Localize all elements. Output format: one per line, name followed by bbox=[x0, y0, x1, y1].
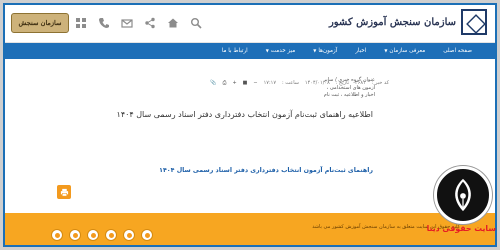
nav-item-home[interactable]: صفحه اصلی bbox=[434, 43, 481, 59]
font-decrease-icon[interactable]: − bbox=[253, 80, 257, 88]
print-icon bbox=[60, 188, 68, 196]
news-meta: کد خبر : ۳۶۸۱ تاریخ : ۱۴۰۴/۰۱/۰۸ ساعت : … bbox=[69, 80, 389, 88]
mail-icon[interactable] bbox=[121, 17, 133, 29]
nav-item-news[interactable]: اخبار bbox=[346, 43, 375, 59]
social-link-icon[interactable] bbox=[141, 229, 153, 241]
breadcrumb-line[interactable]: اخبار و اطلاعیه ، ثبت نام bbox=[324, 92, 375, 100]
print-button[interactable] bbox=[57, 185, 71, 199]
pen-nib-icon bbox=[434, 166, 492, 224]
nav-item-label: صفحه اصلی bbox=[443, 48, 472, 54]
chevron-down-icon: ▼ bbox=[265, 48, 269, 53]
attachment-icon[interactable]: 📎 bbox=[210, 80, 216, 88]
document-link[interactable]: راهنمای ثبت‌نام آزمون انتخاب دفترداری دف… bbox=[159, 167, 373, 174]
social-link-icon[interactable] bbox=[105, 229, 117, 241]
watermark-text: سایت حقوقی دینا bbox=[426, 224, 496, 233]
main-nav: صفحه اصلی معرفی سازمان ▼ اخبار آزمون‌ها ▼ … bbox=[5, 43, 495, 59]
watermark-logo: سایت حقوقی دینا bbox=[426, 166, 496, 246]
home-icon[interactable] bbox=[167, 17, 179, 29]
news-time-label: ساعت : bbox=[282, 80, 299, 86]
nav-item-label: ارتباط با ما bbox=[221, 48, 248, 54]
site-footer bbox=[5, 213, 495, 245]
browser-page: سازمان سنجش آموزش کشور سازمان سنجش صفحه … bbox=[3, 3, 497, 247]
news-date-label: تاریخ : bbox=[335, 80, 350, 86]
nav-item-exams[interactable]: آزمون‌ها ▼ bbox=[304, 43, 346, 59]
news-code-value: ۳۶۸۱ bbox=[355, 80, 366, 86]
header-badge-text: سازمان سنجش bbox=[18, 19, 62, 27]
header-icon-bar bbox=[75, 17, 202, 29]
chevron-down-icon: ▼ bbox=[313, 48, 317, 53]
phone-icon[interactable] bbox=[98, 17, 110, 29]
news-code-label: کد خبر : bbox=[371, 80, 389, 86]
nav-item-services[interactable]: میز خدمت ▼ bbox=[257, 43, 305, 59]
news-date-value: ۱۴۰۴/۰۱/۰۸ bbox=[304, 80, 330, 86]
share-icon[interactable] bbox=[144, 17, 156, 29]
page-title: اطلاعیه راهنمای ثبت‌نام آزمون انتخاب دفت… bbox=[116, 110, 373, 119]
social-link-icon[interactable] bbox=[87, 229, 99, 241]
site-header: سازمان سنجش آموزش کشور سازمان سنجش bbox=[5, 5, 495, 43]
grid-icon[interactable] bbox=[75, 17, 87, 29]
social-link-icon[interactable] bbox=[123, 229, 135, 241]
social-link-icon[interactable] bbox=[69, 229, 81, 241]
nav-item-contact[interactable]: ارتباط با ما bbox=[213, 43, 257, 59]
print-small-icon[interactable]: ⎙ bbox=[222, 80, 226, 88]
social-link-icon[interactable] bbox=[51, 229, 63, 241]
chevron-down-icon: ▼ bbox=[384, 48, 388, 53]
site-logo[interactable]: سازمان سنجش آموزش کشور bbox=[329, 9, 487, 35]
screenshot-frame: سازمان سنجش آموزش کشور سازمان سنجش صفحه … bbox=[0, 0, 500, 250]
logo-text: سازمان سنجش آموزش کشور bbox=[328, 16, 456, 28]
text-tools: 📎 ⎙ + ■ − bbox=[210, 80, 257, 88]
font-reset-icon[interactable]: ■ bbox=[243, 80, 248, 88]
nav-item-label: میز خدمت bbox=[270, 48, 296, 54]
social-links bbox=[51, 229, 153, 241]
font-increase-icon[interactable]: + bbox=[232, 80, 236, 88]
news-time-value: ۱۷:۱۷ bbox=[263, 80, 277, 86]
nav-item-label: اخبار bbox=[355, 48, 367, 54]
nav-item-about[interactable]: معرفی سازمان ▼ bbox=[375, 43, 434, 59]
logo-mark-icon bbox=[461, 9, 487, 35]
nav-item-label: معرفی سازمان bbox=[389, 48, 426, 54]
search-icon[interactable] bbox=[190, 17, 202, 29]
nav-item-label: آزمون‌ها bbox=[318, 48, 338, 54]
header-badge[interactable]: سازمان سنجش bbox=[11, 13, 69, 33]
